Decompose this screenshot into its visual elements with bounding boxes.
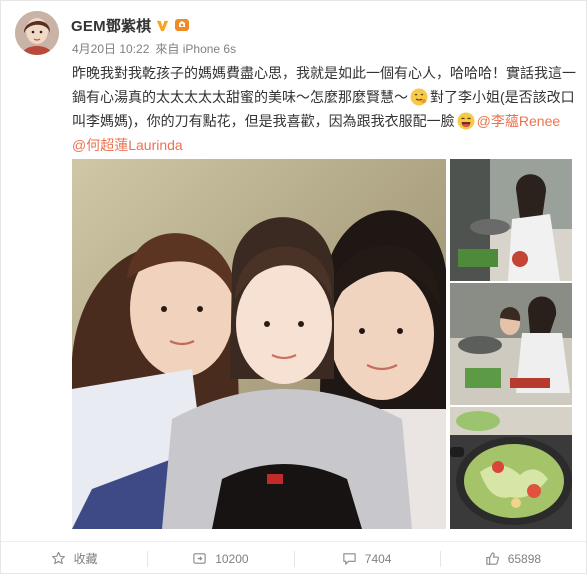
like-count: 65898	[507, 551, 542, 566]
post-text: 昨晚我對我乾孩子的媽媽費盡心思，我就是如此一個有心人，哈哈哈！實話我這一鍋有心湯…	[72, 61, 578, 157]
repost-icon	[193, 553, 206, 564]
post-time[interactable]: 4月20日 10:22	[72, 40, 149, 57]
comment-count: 7404	[364, 551, 392, 566]
favorite-button[interactable]: 收藏	[1, 542, 147, 574]
mention-li-wen[interactable]: @李蘊Renee	[477, 113, 560, 129]
post-source[interactable]: 來自 iPhone 6s	[155, 40, 236, 57]
author-name[interactable]: GEM鄧紫棋	[71, 15, 151, 36]
post-meta: 4月20日 10:22 來自 iPhone 6s	[72, 40, 236, 57]
comment-icon	[343, 553, 356, 565]
favorite-label: 收藏	[73, 552, 98, 566]
repost-count: 10200	[215, 551, 249, 566]
sly-smile-emoji-icon	[410, 88, 428, 106]
member-badge-icon[interactable]	[174, 17, 190, 33]
post-action-bar: 收藏 10200 7404 65898	[1, 541, 586, 574]
laughing-emoji-icon	[457, 112, 475, 130]
photo-side-cooking-1[interactable]	[450, 159, 572, 281]
weibo-post: GEM鄧紫棋 4月20日 10:22 來自 iPhone 6s 昨晚我對我乾孩子…	[0, 0, 587, 574]
thumbs-up-icon	[486, 552, 499, 565]
author-row: GEM鄧紫棋	[71, 15, 190, 35]
star-icon	[51, 551, 65, 565]
author-avatar[interactable]	[15, 11, 59, 55]
like-button[interactable]: 65898	[439, 542, 586, 574]
photo-main-selfie[interactable]	[72, 159, 446, 529]
verified-v-icon[interactable]	[155, 18, 170, 33]
comment-button[interactable]: 7404	[293, 542, 440, 574]
photo-side-cooking-2[interactable]	[450, 283, 572, 405]
repost-button[interactable]: 10200	[147, 542, 293, 574]
photo-side-soup-pot[interactable]	[450, 407, 572, 529]
mention-ho-chiu-lin[interactable]: @何超蓮Laurinda	[72, 137, 183, 153]
